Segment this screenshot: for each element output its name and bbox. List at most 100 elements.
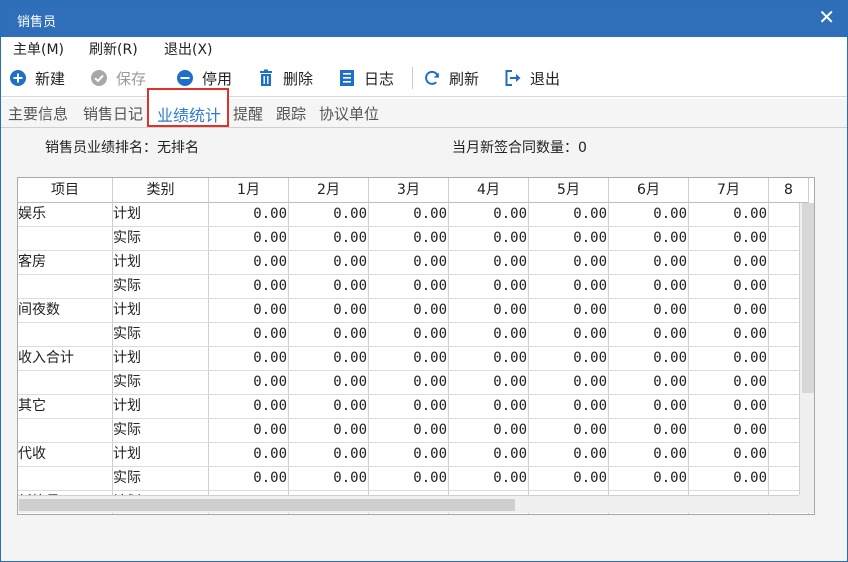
value-cell[interactable]: 0.00: [369, 323, 449, 347]
kind-cell[interactable]: 计划: [113, 395, 209, 419]
save-button[interactable]: 保存: [90, 67, 146, 89]
value-cell[interactable]: 0.00: [449, 203, 529, 227]
value-cell[interactable]: 0.00: [209, 395, 289, 419]
delete-button[interactable]: 删除: [257, 67, 313, 89]
table-row[interactable]: 娱乐 计划 0.00 0.00 0.00 0.00 0.00 0.00 0.00: [18, 203, 809, 227]
column-header[interactable]: 7月: [689, 178, 769, 203]
column-header[interactable]: 2月: [289, 178, 369, 203]
value-cell[interactable]: 0.00: [449, 323, 529, 347]
column-header[interactable]: 8: [769, 178, 809, 203]
value-cell[interactable]: 0.00: [289, 299, 369, 323]
item-cell[interactable]: [18, 323, 113, 347]
value-cell[interactable]: 0.00: [369, 443, 449, 467]
vertical-scrollbar[interactable]: [799, 203, 814, 495]
value-cell[interactable]: 0.00: [289, 227, 369, 251]
value-cell[interactable]: 0.00: [529, 323, 609, 347]
kind-cell[interactable]: 计划: [113, 251, 209, 275]
value-cell[interactable]: 0.00: [609, 395, 689, 419]
value-cell[interactable]: 0.00: [609, 347, 689, 371]
value-cell[interactable]: 0.00: [369, 371, 449, 395]
kind-cell[interactable]: 计划: [113, 443, 209, 467]
value-cell[interactable]: 0.00: [609, 467, 689, 491]
item-cell[interactable]: [18, 419, 113, 443]
menu-main[interactable]: 主单(M): [13, 39, 64, 59]
column-header[interactable]: 4月: [449, 178, 529, 203]
log-button[interactable]: 日志: [338, 67, 394, 89]
kind-cell[interactable]: 计划: [113, 299, 209, 323]
value-cell[interactable]: 0.00: [369, 251, 449, 275]
value-cell[interactable]: 0.00: [289, 467, 369, 491]
value-cell[interactable]: 0.00: [609, 371, 689, 395]
column-header[interactable]: 项目: [18, 178, 113, 203]
value-cell[interactable]: 0.00: [209, 275, 289, 299]
item-cell[interactable]: [18, 467, 113, 491]
value-cell[interactable]: 0.00: [689, 347, 769, 371]
value-cell[interactable]: 0.00: [529, 275, 609, 299]
value-cell[interactable]: 0.00: [529, 299, 609, 323]
item-cell[interactable]: 收入合计: [18, 347, 113, 371]
value-cell[interactable]: 0.00: [449, 371, 529, 395]
table-row[interactable]: 实际 0.00 0.00 0.00 0.00 0.00 0.00 0.00: [18, 227, 809, 251]
value-cell[interactable]: 0.00: [449, 227, 529, 251]
tab-main-info[interactable]: 主要信息: [8, 103, 68, 124]
column-header[interactable]: 类别: [113, 178, 209, 203]
value-cell[interactable]: 0.00: [689, 251, 769, 275]
refresh-button[interactable]: 刷新: [423, 67, 479, 89]
value-cell[interactable]: 0.00: [609, 299, 689, 323]
value-cell[interactable]: 0.00: [289, 443, 369, 467]
tab-tracking[interactable]: 跟踪: [276, 103, 306, 124]
value-cell[interactable]: 0.00: [529, 419, 609, 443]
column-header[interactable]: 1月: [209, 178, 289, 203]
item-cell[interactable]: 其它: [18, 395, 113, 419]
value-cell[interactable]: 0.00: [289, 251, 369, 275]
tab-reminder[interactable]: 提醒: [233, 103, 263, 124]
column-header[interactable]: 3月: [369, 178, 449, 203]
value-cell[interactable]: 0.00: [529, 443, 609, 467]
horizontal-scrollbar[interactable]: [18, 495, 800, 513]
value-cell[interactable]: 0.00: [529, 227, 609, 251]
kind-cell[interactable]: 计划: [113, 203, 209, 227]
table-row[interactable]: 间夜数 计划 0.00 0.00 0.00 0.00 0.00 0.00 0.00: [18, 299, 809, 323]
value-cell[interactable]: 0.00: [369, 299, 449, 323]
value-cell[interactable]: 0.00: [369, 467, 449, 491]
value-cell[interactable]: 0.00: [289, 203, 369, 227]
value-cell[interactable]: 0.00: [529, 395, 609, 419]
value-cell[interactable]: 0.00: [449, 443, 529, 467]
item-cell[interactable]: 娱乐: [18, 203, 113, 227]
table-row[interactable]: 代收 计划 0.00 0.00 0.00 0.00 0.00 0.00 0.00: [18, 443, 809, 467]
value-cell[interactable]: 0.00: [209, 251, 289, 275]
value-cell[interactable]: 0.00: [209, 371, 289, 395]
table-row[interactable]: 客房 计划 0.00 0.00 0.00 0.00 0.00 0.00 0.00: [18, 251, 809, 275]
value-cell[interactable]: 0.00: [609, 275, 689, 299]
item-cell[interactable]: 代收: [18, 443, 113, 467]
value-cell[interactable]: 0.00: [689, 371, 769, 395]
value-cell[interactable]: 0.00: [449, 467, 529, 491]
value-cell[interactable]: 0.00: [689, 443, 769, 467]
table-row[interactable]: 实际 0.00 0.00 0.00 0.00 0.00 0.00 0.00: [18, 275, 809, 299]
item-cell[interactable]: [18, 371, 113, 395]
value-cell[interactable]: 0.00: [609, 203, 689, 227]
kind-cell[interactable]: 计划: [113, 347, 209, 371]
value-cell[interactable]: 0.00: [689, 467, 769, 491]
value-cell[interactable]: 0.00: [209, 323, 289, 347]
table-row[interactable]: 收入合计 计划 0.00 0.00 0.00 0.00 0.00 0.00 0.00: [18, 347, 809, 371]
disable-button[interactable]: 停用: [176, 67, 232, 89]
item-cell[interactable]: 间夜数: [18, 299, 113, 323]
value-cell[interactable]: 0.00: [449, 347, 529, 371]
value-cell[interactable]: 0.00: [289, 419, 369, 443]
value-cell[interactable]: 0.00: [209, 203, 289, 227]
table-row[interactable]: 实际 0.00 0.00 0.00 0.00 0.00 0.00 0.00: [18, 323, 809, 347]
kind-cell[interactable]: 实际: [113, 275, 209, 299]
value-cell[interactable]: 0.00: [289, 371, 369, 395]
value-cell[interactable]: 0.00: [369, 275, 449, 299]
value-cell[interactable]: 0.00: [369, 227, 449, 251]
kind-cell[interactable]: 实际: [113, 419, 209, 443]
exit-button[interactable]: 退出: [504, 67, 560, 89]
value-cell[interactable]: 0.00: [289, 347, 369, 371]
value-cell[interactable]: 0.00: [689, 299, 769, 323]
kind-cell[interactable]: 实际: [113, 371, 209, 395]
kind-cell[interactable]: 实际: [113, 227, 209, 251]
menu-refresh[interactable]: 刷新(R): [89, 39, 138, 59]
vertical-scroll-thumb[interactable]: [802, 203, 814, 393]
value-cell[interactable]: 0.00: [369, 419, 449, 443]
